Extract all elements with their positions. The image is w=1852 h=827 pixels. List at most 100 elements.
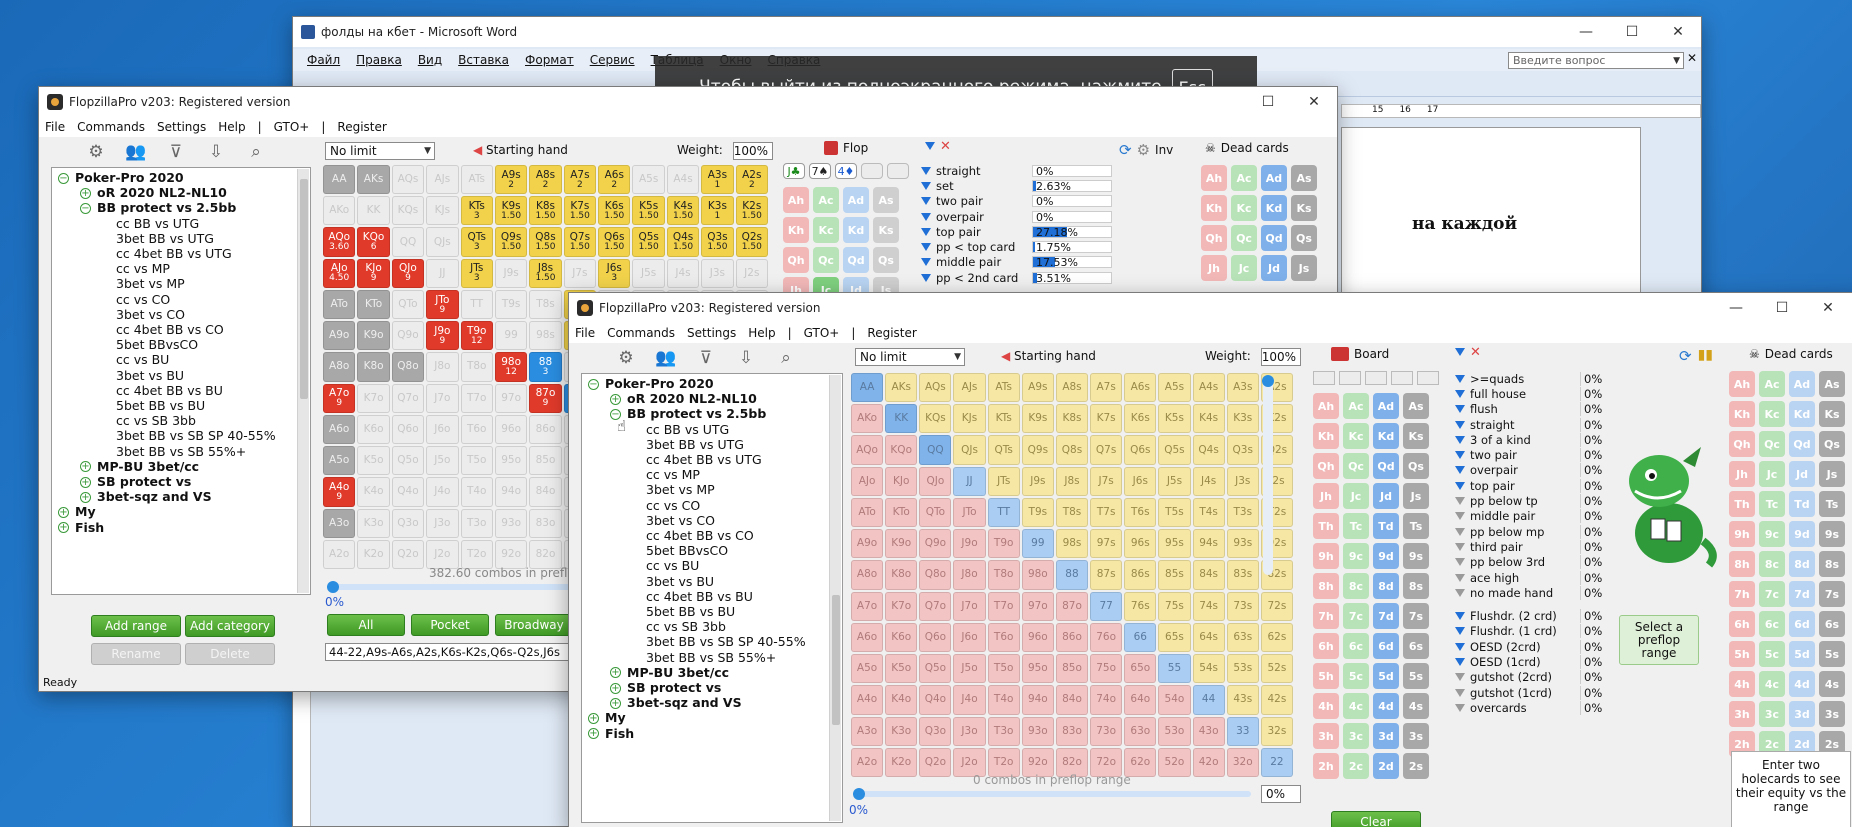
card-button[interactable]: 6c (1759, 611, 1785, 637)
hand-cell[interactable]: 94o (1021, 685, 1054, 715)
card-button[interactable]: 7s (1403, 603, 1429, 629)
card-button[interactable]: Ac (813, 187, 839, 213)
hand-cell[interactable]: T5o (987, 654, 1020, 684)
stat-row[interactable]: pp below tp 0% (1453, 493, 1603, 509)
card-button[interactable]: 3d (1789, 701, 1815, 727)
card-button[interactable]: Js (1819, 461, 1845, 487)
hand-cell[interactable]: Q8o (919, 560, 952, 590)
hand-cell[interactable]: J7s (1090, 466, 1123, 496)
expand-icon[interactable]: + (588, 712, 599, 724)
card-button[interactable]: 4s (1403, 693, 1429, 719)
hand-cell[interactable]: T9o 12 (460, 321, 493, 351)
hand-cell[interactable]: J4o (953, 685, 986, 715)
filter-icon[interactable] (921, 197, 931, 206)
stat-row[interactable]: overcards 0% (1453, 700, 1603, 715)
filter-icon[interactable] (1455, 588, 1465, 597)
card-button[interactable]: Qc (1759, 431, 1785, 457)
card-button[interactable]: 7s (1819, 581, 1845, 607)
card-button[interactable]: 4s (1819, 671, 1845, 697)
close-icon[interactable]: ✕ (1655, 17, 1701, 47)
search-icon[interactable]: ⌕ (245, 141, 267, 163)
board-slot[interactable] (1417, 371, 1439, 385)
hand-cell[interactable]: Q9s (1021, 435, 1054, 465)
board-slot[interactable] (1339, 371, 1361, 385)
card-button[interactable]: 5d (1373, 663, 1399, 689)
minimize-icon[interactable]: — (1563, 17, 1609, 47)
hand-cell[interactable]: KQo 6 (357, 227, 390, 257)
hand-cell[interactable]: 93o (494, 508, 528, 538)
hand-cell[interactable]: AKs (357, 165, 390, 195)
filter-icon[interactable] (1455, 542, 1465, 551)
hand-cell[interactable]: A4o (851, 685, 884, 715)
hand-cell[interactable]: T3o (987, 716, 1020, 746)
hand-cell[interactable]: JTs 3 (460, 258, 493, 288)
hand-cell[interactable]: 73s (1226, 591, 1259, 621)
card-button[interactable]: Qd (1789, 431, 1815, 457)
menu-item[interactable]: Commands (607, 326, 675, 340)
hand-cell[interactable]: A6o (851, 622, 884, 653)
hand-cell[interactable]: 88 3 (529, 352, 562, 382)
hand-cell[interactable]: Q3o (919, 716, 952, 746)
hand-cell[interactable]: KTo (357, 289, 390, 320)
maximize-icon[interactable]: ☐ (1245, 87, 1291, 117)
expand-icon[interactable]: + (58, 506, 69, 518)
card-button[interactable]: 6s (1819, 611, 1845, 637)
filter-icon[interactable]: ⊽ (695, 347, 717, 369)
card-button[interactable]: As (873, 187, 899, 213)
card-button[interactable]: 2s (1403, 753, 1429, 779)
hand-cell[interactable]: K4o (885, 685, 918, 715)
card-button[interactable]: 9d (1373, 543, 1399, 569)
menu-item[interactable]: Формат (525, 53, 574, 67)
hand-cell[interactable]: T6o (460, 414, 493, 445)
hand-cell[interactable]: 95o (494, 446, 528, 476)
hand-cell[interactable]: QTs (987, 435, 1020, 465)
card-button[interactable]: 8s (1403, 573, 1429, 599)
card-button[interactable]: Kh (783, 217, 809, 243)
stat-row[interactable]: ace high 0% (1453, 570, 1603, 585)
w2-combo-slider[interactable] (853, 788, 1251, 800)
hand-cell[interactable]: J3o (426, 508, 459, 538)
card-button[interactable]: 8s (1819, 551, 1845, 577)
hand-cell[interactable]: A8o (323, 352, 356, 382)
hand-cell[interactable]: 66 (1124, 622, 1157, 653)
card-button[interactable]: 7c (1343, 603, 1369, 629)
hand-cell[interactable]: 42o (1192, 747, 1225, 777)
hand-cell[interactable]: J3o (953, 716, 986, 746)
card-button[interactable]: 5h (1729, 641, 1755, 667)
hand-cell[interactable]: QQ (919, 435, 952, 465)
filter-icon[interactable] (1455, 627, 1465, 636)
flop-card[interactable]: J♣ (783, 163, 805, 179)
filter-icon[interactable] (1455, 435, 1465, 444)
hand-cell[interactable]: QTo (391, 289, 425, 320)
hand-cell[interactable]: T6s (1124, 497, 1157, 528)
card-button[interactable]: Td (1789, 491, 1815, 517)
hand-cell[interactable]: 99 (494, 321, 528, 351)
card-button[interactable]: Js (1291, 255, 1317, 281)
hand-cell[interactable]: J8s 1.50 (529, 258, 562, 288)
card-button[interactable]: Qs (1291, 225, 1317, 251)
hand-cell[interactable]: J8s (1055, 466, 1089, 496)
hand-cell[interactable]: 95o (1021, 654, 1054, 684)
hand-cell[interactable]: J5s (632, 258, 665, 288)
hand-cell[interactable]: 53s (1226, 654, 1259, 684)
hand-cell[interactable]: J4o (426, 477, 459, 507)
hand-cell[interactable]: Q4o (391, 477, 425, 507)
hand-cell[interactable]: 97o (1021, 591, 1054, 621)
hand-cell[interactable]: 33 (1226, 716, 1259, 746)
hand-cell[interactable]: AKo (851, 404, 884, 434)
hand-cell[interactable]: A9s 2 (494, 165, 528, 195)
card-button[interactable]: Qs (1819, 431, 1845, 457)
card-button[interactable]: Kd (1261, 195, 1287, 221)
hand-cell[interactable]: Q6s (1124, 435, 1157, 465)
hand-cell[interactable]: T2o (460, 539, 493, 569)
hand-cell[interactable]: 42s (1260, 685, 1293, 715)
card-button[interactable]: 2h (1313, 753, 1339, 779)
card-button[interactable]: Kh (1201, 195, 1227, 221)
hand-cell[interactable]: AJo (851, 466, 884, 496)
hand-cell[interactable]: 64o (1124, 685, 1157, 715)
tree-node[interactable]: + Fish (58, 519, 104, 537)
hand-cell[interactable]: 96o (1021, 622, 1054, 653)
card-button[interactable]: Ad (1789, 371, 1815, 397)
card-button[interactable]: Kh (1313, 423, 1339, 449)
stat-row[interactable]: pp below 3rd 0% (1453, 555, 1603, 570)
